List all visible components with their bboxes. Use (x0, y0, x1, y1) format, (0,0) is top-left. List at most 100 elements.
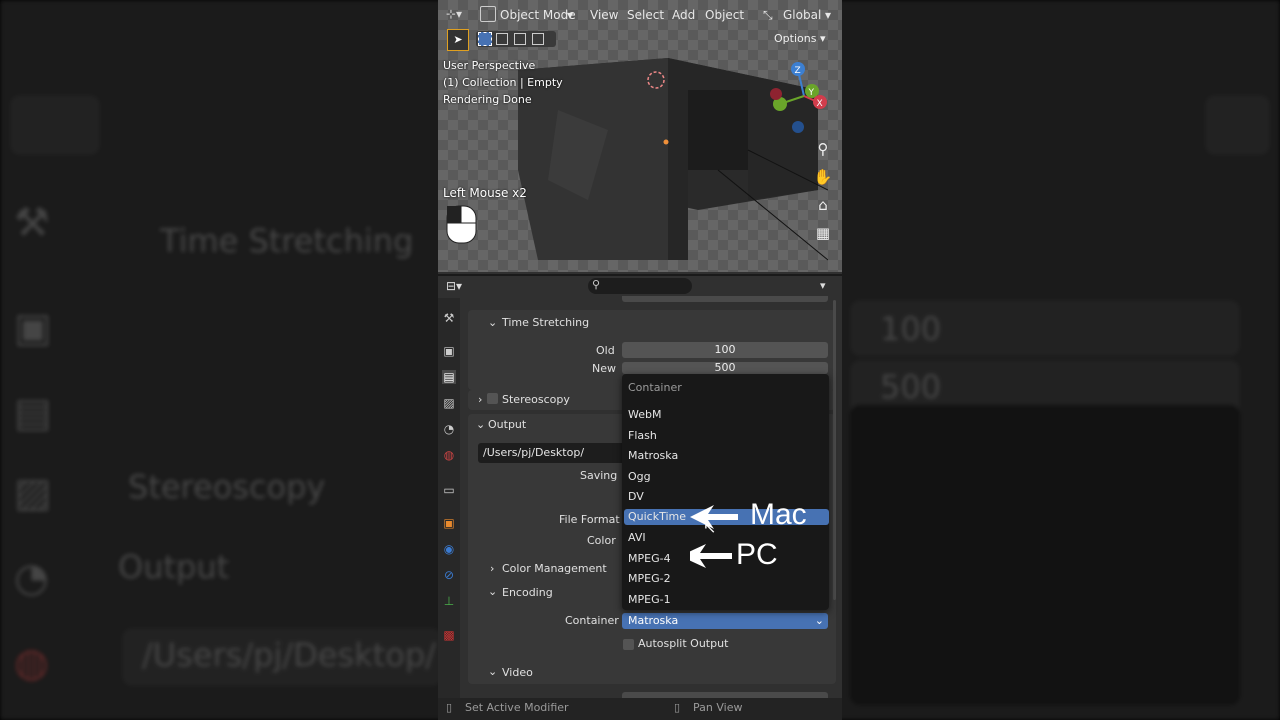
scene-icon[interactable]: ◔ (442, 422, 456, 436)
status-left: Set Active Modifier (465, 701, 569, 714)
saving-label: Saving (580, 469, 618, 482)
autosplit-checkbox[interactable] (623, 639, 634, 650)
option-ogg[interactable]: Ogg (628, 470, 651, 483)
bg-path: /Users/pj/Desktop/ (142, 636, 436, 674)
viewport-header: ⊹▾ Object Mode ▾ View Select Add Object … (446, 6, 832, 22)
overlay-collection: (1) Collection | Empty (443, 76, 563, 89)
svg-text:X: X (817, 99, 823, 109)
object-data-icon[interactable]: ⊥ (442, 594, 456, 608)
option-webm[interactable]: WebM (628, 408, 661, 421)
select-new-icon[interactable] (478, 32, 492, 46)
grid-icon[interactable]: ▦ (811, 221, 835, 245)
output-header[interactable]: Output (488, 418, 526, 431)
dropdown-title: Container (628, 381, 682, 394)
encoding-header[interactable]: Encoding (502, 586, 553, 599)
option-mpeg1[interactable]: MPEG-1 (628, 593, 671, 606)
status-right: Pan View (693, 701, 743, 714)
option-matroska[interactable]: Matroska (628, 449, 678, 462)
autosplit-label[interactable]: Autosplit Output (638, 637, 728, 650)
blender-window: ⊹▾ Object Mode ▾ View Select Add Object … (438, 0, 842, 720)
select-tool-icon[interactable]: ➤ (447, 29, 469, 51)
option-dv[interactable]: DV (628, 490, 644, 503)
stereoscopy-header[interactable]: Stereoscopy (502, 393, 570, 406)
menu-select[interactable]: Select (627, 8, 664, 22)
bg-output: Output (118, 548, 230, 586)
file-format-label: File Format (559, 513, 620, 526)
time-stretching-header[interactable]: Time Stretching (502, 316, 589, 329)
video-chevron-icon[interactable]: ⌄ (488, 665, 497, 678)
new-label: New (592, 362, 616, 375)
option-mpeg2[interactable]: MPEG-2 (628, 572, 671, 585)
options-button[interactable]: Options ▾ (774, 30, 838, 48)
search-input[interactable]: ⚲ (588, 278, 692, 294)
render-icon[interactable]: ▣ (442, 344, 456, 358)
last-operation: Left Mouse x2 (443, 186, 527, 200)
select-invert-icon[interactable] (532, 33, 544, 45)
new-field[interactable]: 500 (622, 362, 828, 374)
navigation-gizmo[interactable]: Z Y X (768, 58, 840, 138)
properties-editor-icon[interactable]: ⊟▾ (446, 279, 462, 293)
truncated-field (622, 296, 828, 302)
world-icon[interactable]: ◍ (442, 448, 456, 462)
transform-orientation-icon: ⤡ (763, 8, 773, 22)
properties-tabs: ⚒ ▣ ▤ ▨ ◔ ◍ ▭ ▣ ◉ ⊘ ⊥ ▩ (438, 298, 460, 698)
texture-icon[interactable]: ▩ (442, 628, 456, 642)
properties-options-icon[interactable]: ▾ (820, 279, 826, 292)
mouse-cursor-icon: ↖ (703, 518, 717, 537)
physics-icon[interactable]: ◉ (442, 542, 456, 556)
color-management-header[interactable]: Color Management (502, 562, 607, 575)
pan-hand-icon[interactable]: ✋ (811, 165, 835, 189)
menu-object[interactable]: Object (705, 8, 744, 22)
editor-type-icon[interactable]: ⊹▾ (446, 7, 462, 21)
color-management-chevron-icon[interactable]: › (490, 562, 494, 575)
menu-view[interactable]: View (590, 8, 618, 22)
annotation-pc: PC (736, 538, 778, 571)
stereoscopy-checkbox[interactable] (487, 393, 498, 404)
bg-chevron (1205, 95, 1270, 155)
overlay-perspective: User Perspective (443, 59, 536, 72)
old-label: Old (596, 344, 615, 357)
properties-header: ⊟▾ ⚲ ▾ (438, 274, 842, 298)
color-label: Color (587, 534, 616, 547)
mouse-middle-icon: ▯ (674, 701, 681, 714)
output-icon[interactable]: ▤ (442, 370, 456, 384)
old-field[interactable]: 100 (622, 342, 828, 358)
mouse-left-icon: ▯ (446, 701, 453, 714)
output-chevron-icon[interactable]: ⌄ (476, 418, 485, 431)
svg-text:Y: Y (808, 88, 815, 98)
container-select[interactable]: Matroska ⌄ (622, 613, 828, 629)
transform-orientation[interactable]: Global (783, 8, 821, 22)
zoom-icon[interactable]: ⚲ (811, 137, 835, 161)
option-avi[interactable]: AVI (628, 531, 646, 544)
bg-render-icon: ▣ (14, 305, 52, 351)
bg-tool-icon: ⚒ (14, 200, 50, 246)
camera-icon[interactable]: ⌂ (811, 193, 835, 217)
view-layer-icon[interactable]: ▨ (442, 396, 456, 410)
selection-mode-group (476, 31, 556, 47)
overlay-status: Rendering Done (443, 93, 532, 106)
encoding-chevron-icon[interactable]: ⌄ (488, 585, 497, 598)
output-path-field[interactable]: /Users/pj/Desktop/ (478, 443, 628, 463)
tool-icon[interactable]: ⚒ (442, 311, 456, 325)
video-header[interactable]: Video (502, 666, 533, 679)
option-flash[interactable]: Flash (628, 429, 657, 442)
chevron-down-icon[interactable]: ⌄ (488, 316, 497, 329)
bg-output-icon: ▤ (14, 390, 52, 436)
menu-add[interactable]: Add (672, 8, 695, 22)
constraints-icon[interactable]: ⊘ (442, 568, 456, 582)
annotation-mac: Mac (750, 498, 807, 531)
container-label: Container (565, 614, 619, 627)
bg-editor-type (10, 95, 100, 155)
bg-scene-icon: ◔ (14, 555, 49, 601)
chevron-right-icon[interactable]: › (478, 393, 482, 406)
collection-icon[interactable]: ▭ (442, 483, 456, 497)
bg-world-icon: ◍ (14, 640, 49, 686)
select-subtract-icon[interactable] (514, 33, 526, 45)
option-mpeg4[interactable]: MPEG-4 (628, 552, 671, 565)
object-icon[interactable]: ▣ (442, 516, 456, 530)
properties-scrollbar[interactable] (833, 300, 836, 600)
3d-viewport[interactable]: ⊹▾ Object Mode ▾ View Select Add Object … (438, 0, 842, 272)
search-icon: ⚲ (592, 278, 601, 291)
mode-select[interactable]: Object Mode (500, 8, 576, 22)
select-extend-icon[interactable] (496, 33, 508, 45)
